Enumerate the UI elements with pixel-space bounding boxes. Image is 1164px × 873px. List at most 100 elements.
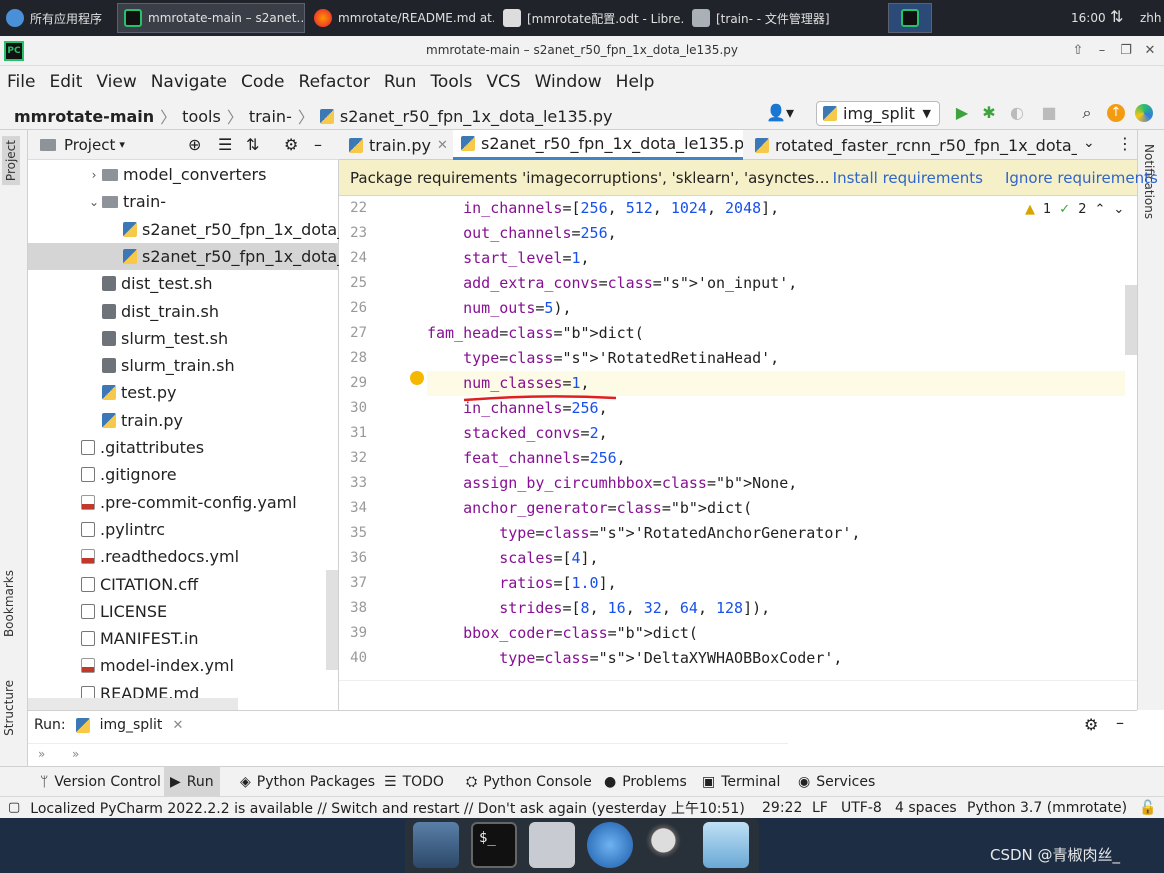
code-line[interactable]: feat_channels=256, (427, 446, 1125, 471)
more-options-icon[interactable]: ⋮ (1117, 134, 1133, 153)
collapse-all-icon[interactable]: ☰ (218, 135, 232, 154)
tree-item[interactable]: CITATION.cff (28, 571, 339, 598)
task-file-manager[interactable]: [train- - 文件管理器] (686, 3, 872, 33)
status-indicator-icon[interactable]: ▢ (8, 800, 20, 815)
menu-tools[interactable]: Tools (430, 72, 472, 92)
line-number[interactable]: 32 (327, 450, 367, 466)
code-line[interactable]: type=class="s">'RotatedAnchorGenerator', (427, 521, 1125, 546)
python-interpreter[interactable]: Python 3.7 (mmrotate) (967, 800, 1127, 816)
terminal-icon[interactable]: $_ (471, 822, 517, 868)
breadcrumb-train[interactable]: train- (249, 107, 292, 126)
install-requirements-link[interactable]: Install requirements (833, 169, 983, 187)
tool-tab-structure[interactable]: Structure (2, 680, 16, 736)
home-folder-icon[interactable] (529, 822, 575, 868)
expand-arrow-icon[interactable]: › (86, 168, 102, 182)
line-number[interactable]: 36 (327, 550, 367, 566)
task-pycharm-2[interactable] (888, 3, 932, 33)
search-app-icon[interactable] (645, 822, 691, 868)
tool-tab-terminal[interactable]: ▣ Terminal (702, 767, 780, 797)
line-separator[interactable]: LF (812, 800, 828, 816)
tree-item[interactable]: .readthedocs.yml (28, 543, 339, 570)
debug-icon[interactable]: ✱ (980, 104, 998, 122)
line-number[interactable]: 30 (327, 400, 367, 416)
inspection-widget[interactable]: ▲ 1 ✓ 2 ⌃ ⌄ (1025, 202, 1124, 217)
code-line[interactable]: fam_head=class="b">dict( (427, 321, 1125, 346)
breadcrumb-file[interactable]: s2anet_r50_fpn_1x_dota_le135.py (340, 107, 613, 126)
menu-vcs[interactable]: VCS (486, 72, 520, 92)
tool-tab-bookmarks[interactable]: Bookmarks (2, 570, 16, 637)
tool-tab-version-control[interactable]: ᛘ Version Control (40, 767, 161, 797)
editor-scrollbar[interactable] (1125, 285, 1137, 355)
code-line[interactable]: out_channels=256, (427, 221, 1125, 246)
menu-view[interactable]: View (96, 72, 136, 92)
code-line[interactable]: stacked_convs=2, (427, 421, 1125, 446)
line-number[interactable]: 35 (327, 525, 367, 541)
tree-item[interactable]: MANIFEST.in (28, 625, 339, 652)
line-number[interactable]: 27 (327, 325, 367, 341)
tab-rotated-faster-rcnn[interactable]: rotated_faster_rcnn_r50_fpn_1x_dota_le90… (749, 130, 1077, 160)
file-encoding[interactable]: UTF-8 (841, 800, 882, 816)
menu-code[interactable]: Code (241, 72, 285, 92)
menu-navigate[interactable]: Navigate (151, 72, 227, 92)
line-number[interactable]: 40 (327, 650, 367, 666)
tree-item[interactable]: LICENSE (28, 598, 339, 625)
tool-tab-problems[interactable]: ● Problems (604, 767, 687, 797)
menu-edit[interactable]: Edit (49, 72, 82, 92)
menu-window[interactable]: Window (535, 72, 602, 92)
expand-arrow-icon[interactable]: ⌄ (86, 195, 102, 209)
tool-tab-project[interactable]: Project (2, 136, 20, 186)
line-number[interactable]: 28 (327, 350, 367, 366)
menu-file[interactable]: File (7, 72, 35, 92)
expand-icon[interactable]: » (72, 747, 79, 761)
code-line[interactable]: add_extra_convs=class="s">'on_input', (427, 271, 1125, 296)
menu-refactor[interactable]: Refactor (299, 72, 370, 92)
tree-item[interactable]: model-index.yml (28, 652, 339, 679)
code-editor[interactable]: in_channels=[256, 512, 1024, 2048], out_… (427, 196, 1125, 680)
line-number[interactable]: 25 (327, 275, 367, 291)
line-number[interactable]: 37 (327, 575, 367, 591)
hide-panel-icon[interactable]: – (314, 135, 322, 154)
scroll-up-icon[interactable]: ⇧ (1070, 43, 1086, 59)
task-firefox[interactable]: mmrotate/README.md at… (308, 3, 494, 33)
tab-list-chevron-icon[interactable]: ⌄ (1083, 135, 1095, 151)
tree-item[interactable]: train.py (28, 407, 339, 434)
tool-tab-todo[interactable]: ☰ TODO (384, 767, 444, 797)
close-icon[interactable]: ✕ (1142, 43, 1158, 59)
gear-icon[interactable]: ⚙ (1084, 715, 1098, 734)
expand-icon[interactable]: » (38, 747, 45, 761)
web-browser-icon[interactable] (587, 822, 633, 868)
close-icon[interactable]: ✕ (437, 138, 448, 153)
update-icon[interactable]: ↑ (1107, 104, 1125, 122)
tree-item[interactable]: ⌄ train- (28, 188, 339, 215)
line-number[interactable]: 26 (327, 300, 367, 316)
menu-run[interactable]: Run (384, 72, 417, 92)
code-line[interactable]: start_level=1, (427, 246, 1125, 271)
applications-menu[interactable]: 所有应用程序 (0, 3, 112, 33)
menu-help[interactable]: Help (616, 72, 655, 92)
project-panel-title[interactable]: Project (64, 136, 115, 154)
run-tab-img-split[interactable]: img_split (100, 717, 163, 733)
caret-position[interactable]: 29:22 (762, 800, 802, 816)
tool-tab-run[interactable]: ▶ Run (164, 767, 220, 797)
code-line[interactable]: assign_by_circumhbbox=class="b">None, (427, 471, 1125, 496)
tab-s2anet[interactable]: s2anet_r50_fpn_1x_dota_le135.py ✕ (453, 130, 743, 160)
line-number[interactable]: 39 (327, 625, 367, 641)
minimize-icon[interactable]: – (1094, 43, 1110, 59)
line-number[interactable]: 38 (327, 600, 367, 616)
chevron-down-icon[interactable]: ▾ (119, 138, 125, 151)
code-line[interactable]: strides=[8, 16, 32, 64, 128]), (427, 596, 1125, 621)
show-desktop-icon[interactable] (413, 822, 459, 868)
code-line[interactable]: num_outs=5), (427, 296, 1125, 321)
gear-icon[interactable]: ⚙ (284, 135, 298, 154)
user-name[interactable]: zhh (1140, 11, 1162, 25)
close-icon[interactable]: ✕ (172, 718, 183, 733)
tree-item[interactable]: .gitattributes (28, 434, 339, 461)
code-line[interactable]: in_channels=[256, 512, 1024, 2048], (427, 196, 1125, 221)
files-folder-icon[interactable] (703, 822, 749, 868)
hide-panel-icon[interactable]: – (1116, 713, 1124, 732)
code-line[interactable]: type=class="s">'DeltaXYWHAOBBoxCoder', (427, 646, 1125, 671)
line-number[interactable]: 22 (327, 200, 367, 216)
network-icon[interactable]: ⇅ (1110, 7, 1123, 26)
tree-item[interactable]: test.py (28, 379, 339, 406)
tree-item[interactable]: s2anet_r50_fpn_1x_dota_le135.py (28, 216, 339, 243)
